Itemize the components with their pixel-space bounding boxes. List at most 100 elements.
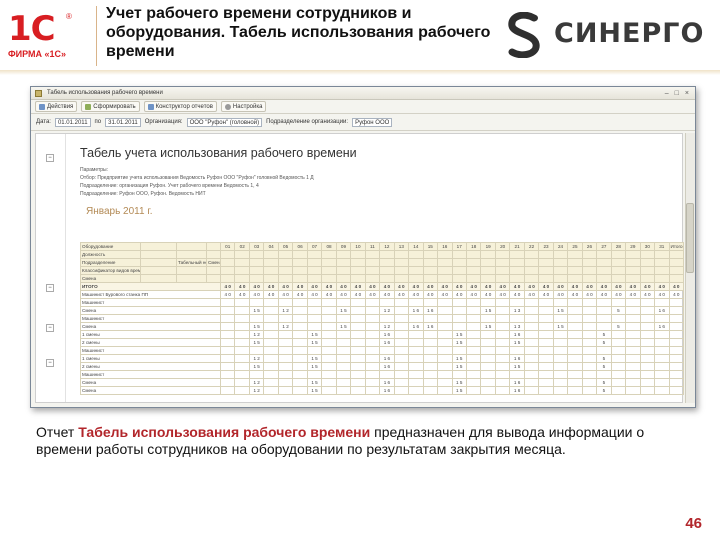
hours-cell: 1 6 [408,322,424,331]
hours-cell [538,314,554,323]
hours-cell [408,362,424,371]
hours-cell [451,298,467,307]
hours-cell: 1 5 [451,354,467,363]
day-header-cell [379,274,395,283]
hours-cell [596,314,612,323]
day-header-cell [494,250,511,259]
hours-cell [292,354,308,363]
day-header-cell [480,250,496,259]
hours-cell [350,362,366,371]
hours-cell: 1 6 [408,306,424,315]
day-header-cell [292,250,308,259]
table-row[interactable]: 2 смены 1 5 1 5 1 6 1 5 1 5 5 [80,362,685,371]
table-row[interactable]: Смена 1 51 21 51 21 61 61 51 31 551 6 [80,306,685,315]
maximize-button[interactable]: □ [675,90,679,97]
hours-cell: 1 2 [277,322,294,331]
table-row[interactable]: Машинист [80,314,685,323]
table-row[interactable]: Смена 1 51 21 51 21 61 61 51 31 551 6 [80,322,685,331]
hours-cell [625,314,641,323]
day-header-cell [639,266,656,275]
hours-cell: 4 0 [509,282,525,291]
day-header-cell [581,266,598,275]
hours-cell [234,338,250,347]
hours-cell [263,354,279,363]
hours-cell [610,298,627,307]
generate-button[interactable]: Сформировать [81,101,140,112]
hours-cell: 1 6 [379,330,395,339]
hours-cell [494,378,511,387]
hours-cell [567,330,583,339]
group-toggle[interactable]: − [46,324,54,332]
window-controls: – □ × [665,90,695,97]
close-button[interactable]: × [685,90,689,97]
table-header-row: Оборудование 01 02 03 04 05 06 07 08 09 10 11 12 13 14… [80,242,685,251]
table-row[interactable]: ИТОГО 4 04 04 04 04 04 04 04 04 04 04 04 … [80,282,685,291]
vertical-scrollbar[interactable] [685,133,695,403]
day-header-cell [654,266,670,275]
period-to-field[interactable]: 31.01.2011 [105,117,141,127]
hours-cell [437,386,453,395]
minimize-button[interactable]: – [665,90,669,97]
header-cell [140,250,177,259]
organization-field[interactable]: ООО "Руфон" (головной) [186,117,263,127]
table-row[interactable]: Смена 1 2 1 5 1 6 1 5 1 6 5 [80,386,685,395]
hours-cell: 1 3 [509,306,525,315]
hours-cell [306,306,323,315]
report-period: Январь 2011 г. [86,206,153,217]
hours-cell: 1 6 [379,338,395,347]
day-header-cell: 19 [480,242,496,251]
table-row[interactable]: 1 смены 1 2 1 5 1 6 1 5 1 6 5 [80,330,685,339]
hours-cell: 4 0 [625,290,641,299]
hours-cell [668,378,685,387]
table-row[interactable]: Машинист Бурового станка ПП 4 04 04 04 04… [80,290,685,299]
row-label: Машинист [80,346,221,355]
day-header-cell [610,258,627,267]
header-cell [206,242,221,251]
actions-button[interactable]: Действия [35,101,78,112]
hours-cell: 1 6 [379,362,395,371]
group-toggle[interactable]: − [46,359,54,367]
hours-cell: 4 0 [625,282,641,291]
day-header-cell [422,250,439,259]
hours-cell [596,298,612,307]
hours-cell: 1 5 [451,362,467,371]
row-label: 2 смены [80,338,221,347]
table-row[interactable]: Машинист [80,370,685,379]
hours-cell: 4 0 [263,290,279,299]
table-row[interactable]: Машинист [80,298,685,307]
hours-cell [639,378,656,387]
hours-cell [639,346,656,355]
settings-button[interactable]: Настройка [220,101,267,112]
hours-cell: 1 2 [277,306,294,315]
day-header-cell [408,266,424,275]
hours-cell [567,306,583,315]
hours-cell [219,362,236,371]
row-label: Машинист [80,314,221,323]
department-field[interactable]: Руфон ООО [352,117,393,127]
hours-cell [538,346,554,355]
period-to-label: по [94,119,102,125]
hours-cell [393,346,410,355]
hours-cell: 4 0 [234,282,250,291]
group-toggle[interactable]: − [46,284,54,292]
hours-cell: 4 0 [494,282,511,291]
hours-cell: 1 5 [451,378,467,387]
table-row[interactable]: Машинист [80,346,685,355]
table-row[interactable]: 2 смены 1 5 1 5 1 6 1 5 1 5 5 [80,338,685,347]
hours-cell [654,338,670,347]
scrollbar-thumb[interactable] [686,203,694,273]
day-header-cell [596,274,612,283]
day-header-cell: Итого [668,242,685,251]
day-header-cell [668,258,685,267]
group-toggle[interactable]: − [46,154,54,162]
hours-cell [350,338,366,347]
hours-cell: 4 0 [494,290,511,299]
hours-cell [321,330,337,339]
designer-button[interactable]: Конструктор отчетов [143,101,217,112]
day-header-cell [292,274,308,283]
hours-cell [451,346,467,355]
table-row[interactable]: 1 смены 1 2 1 5 1 6 1 5 1 6 5 [80,354,685,363]
hours-cell [321,298,337,307]
period-from-field[interactable]: 01.01.2011 [54,117,91,127]
table-row[interactable]: Смена 1 2 1 5 1 6 1 5 1 6 5 [80,378,685,387]
